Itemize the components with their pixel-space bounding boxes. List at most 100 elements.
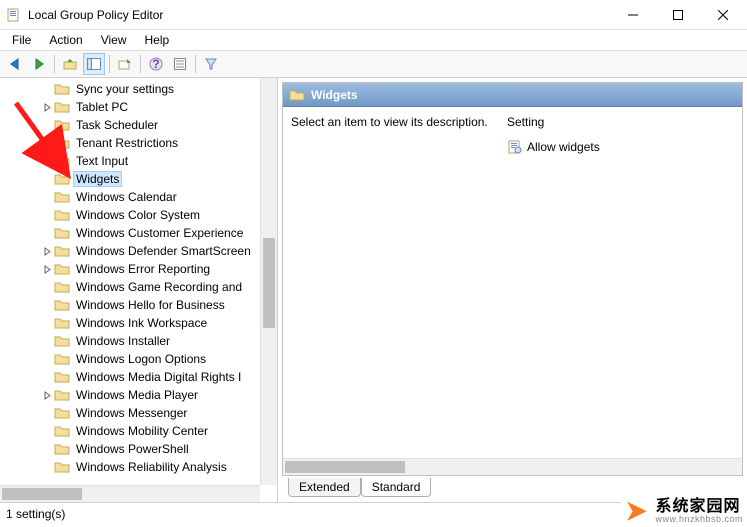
watermark-logo-icon (621, 499, 649, 523)
tree-item[interactable]: Tenant Restrictions (0, 134, 277, 152)
tree-item[interactable]: Windows Media Player (0, 386, 277, 404)
tree-item-label: Sync your settings (74, 82, 176, 96)
tree-item[interactable]: Windows Messenger (0, 404, 277, 422)
folder-icon (54, 334, 70, 348)
menu-help[interactable]: Help (137, 31, 178, 49)
tree-item[interactable]: Windows Reliability Analysis (0, 458, 277, 476)
details-header-title: Widgets (311, 88, 358, 102)
chevron-right-icon[interactable] (40, 103, 54, 112)
watermark-text: 系统家园网 (655, 498, 743, 516)
folder-icon (54, 442, 70, 456)
folder-icon (54, 262, 70, 276)
details-description-column: Select an item to view its description. (291, 115, 491, 467)
show-hide-tree-button[interactable] (83, 53, 105, 75)
folder-icon (54, 388, 70, 402)
tree-item[interactable]: Windows Logon Options (0, 350, 277, 368)
menu-action[interactable]: Action (41, 31, 90, 49)
setting-row[interactable]: Allow widgets (507, 137, 734, 157)
watermark-url: www.hnzkhbsb.com (655, 515, 743, 525)
scrollbar-thumb[interactable] (263, 238, 275, 328)
tree-item-label: Windows Defender SmartScreen (74, 244, 253, 258)
folder-icon (54, 244, 70, 258)
tree-horizontal-scrollbar[interactable] (0, 485, 260, 502)
tree-item-label: Windows Customer Experience (74, 226, 245, 240)
filter-button[interactable] (200, 53, 222, 75)
watermark: 系统家园网 www.hnzkhbsb.com (621, 496, 747, 527)
tree-item-label: Windows Messenger (74, 406, 189, 420)
details-horizontal-scrollbar[interactable] (283, 458, 742, 475)
tree-item-label: Windows Mobility Center (74, 424, 210, 438)
toolbar-separator (109, 55, 110, 73)
policy-tree[interactable]: Sync your settings Tablet PC Task Schedule… (0, 78, 277, 476)
menu-view[interactable]: View (93, 31, 135, 49)
setting-label: Allow widgets (527, 140, 600, 154)
properties-button[interactable] (169, 53, 191, 75)
export-button[interactable] (114, 53, 136, 75)
folder-icon (54, 370, 70, 384)
column-header-setting[interactable]: Setting (507, 115, 734, 137)
menu-file[interactable]: File (4, 31, 39, 49)
tree-item-label: Windows Ink Workspace (74, 316, 209, 330)
tree-item-label: Windows Media Digital Rights I (74, 370, 243, 384)
folder-icon (54, 316, 70, 330)
tree-item[interactable]: Text Input (0, 152, 277, 170)
folder-icon (54, 298, 70, 312)
tree-item-label: Tenant Restrictions (74, 136, 180, 150)
folder-icon (54, 100, 70, 114)
tree-item[interactable]: Windows Ink Workspace (0, 314, 277, 332)
tree-item-label: Windows PowerShell (74, 442, 191, 456)
forward-button[interactable] (28, 53, 50, 75)
tree-item-label: Windows Color System (74, 208, 202, 222)
tab-standard[interactable]: Standard (361, 478, 432, 497)
folder-icon (54, 154, 70, 168)
policy-setting-icon (507, 139, 523, 155)
minimize-button[interactable] (610, 1, 655, 29)
back-button[interactable] (4, 53, 26, 75)
chevron-right-icon[interactable] (40, 247, 54, 256)
tree-item[interactable]: Windows Calendar (0, 188, 277, 206)
app-icon (6, 7, 22, 23)
toolbar-separator (54, 55, 55, 73)
tree-item[interactable]: Windows Mobility Center (0, 422, 277, 440)
tree-item[interactable]: Task Scheduler (0, 116, 277, 134)
chevron-right-icon[interactable] (40, 265, 54, 274)
scrollbar-thumb[interactable] (2, 488, 82, 500)
tree-item[interactable]: Sync your settings (0, 80, 277, 98)
up-button[interactable] (59, 53, 81, 75)
tree-item[interactable]: Windows Color System (0, 206, 277, 224)
folder-icon (54, 118, 70, 132)
help-button[interactable]: ? (145, 53, 167, 75)
tree-item[interactable]: Windows Media Digital Rights I (0, 368, 277, 386)
tree-item[interactable]: Windows Error Reporting (0, 260, 277, 278)
tree-item[interactable]: Windows Customer Experience (0, 224, 277, 242)
close-button[interactable] (700, 1, 745, 29)
toolbar-separator (195, 55, 196, 73)
scrollbar-thumb[interactable] (285, 461, 405, 473)
tree-item-label: Windows Logon Options (74, 352, 208, 366)
tree-item[interactable]: Tablet PC (0, 98, 277, 116)
chevron-right-icon[interactable] (40, 391, 54, 400)
tree-item-label: Windows Media Player (74, 388, 200, 402)
content-area: Sync your settings Tablet PC Task Schedule… (0, 78, 747, 502)
tab-extended[interactable]: Extended (288, 478, 361, 497)
toolbar: ? (0, 50, 747, 78)
tree-item[interactable]: Windows Installer (0, 332, 277, 350)
folder-icon (54, 424, 70, 438)
tree-item[interactable]: Windows Hello for Business (0, 296, 277, 314)
tree-item-label: Windows Error Reporting (74, 262, 212, 276)
tree-item[interactable]: Windows PowerShell (0, 440, 277, 458)
folder-icon (54, 460, 70, 474)
tree-item-label: Task Scheduler (74, 118, 160, 132)
folder-icon (289, 88, 305, 102)
details-header: Widgets (283, 83, 742, 107)
details-hint: Select an item to view its description. (291, 115, 491, 129)
details-frame: Widgets Select an item to view its descr… (282, 82, 743, 476)
tree-item[interactable]: Windows Game Recording and (0, 278, 277, 296)
details-body: Select an item to view its description. … (283, 107, 742, 475)
tree-item[interactable]: Widgets (0, 170, 277, 188)
maximize-button[interactable] (655, 1, 700, 29)
folder-icon (54, 136, 70, 150)
tree-item[interactable]: Windows Defender SmartScreen (0, 242, 277, 260)
tree-item-label: Windows Hello for Business (74, 298, 227, 312)
tree-vertical-scrollbar[interactable] (260, 78, 277, 485)
